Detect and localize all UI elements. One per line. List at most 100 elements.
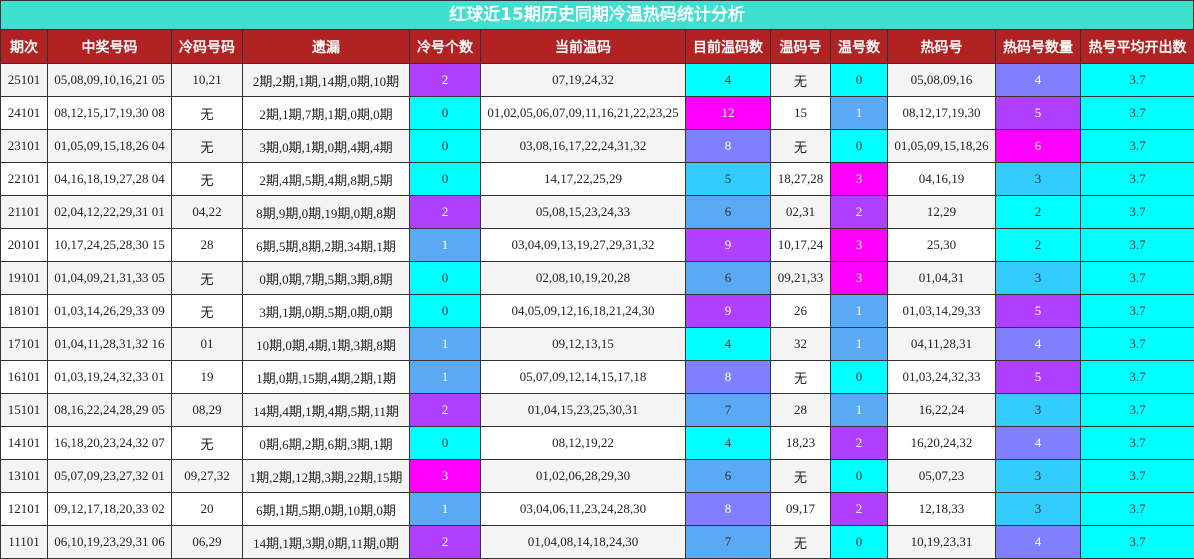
cell-warm-count: 2: [830, 195, 888, 229]
cell-period: 17101: [0, 327, 48, 361]
cell-numbers: 01,03,14,26,29,33 09: [47, 294, 172, 328]
cell-cold: 06,29: [171, 525, 243, 559]
table-row: 23101 01,05,09,15,18,26 04 无 3期,0期,1期,0期,4期…: [0, 129, 1194, 163]
cell-cold-count: 2: [409, 63, 481, 97]
cell-numbers: 05,08,09,10,16,21 05: [47, 63, 172, 97]
cell-warm: 无: [770, 129, 831, 163]
cell-numbers: 16,18,20,23,24,32 07: [47, 426, 172, 460]
cell-avg: 3.7: [1080, 96, 1194, 130]
cell-hot: 05,07,23: [887, 459, 996, 493]
cell-warm-count: 3: [830, 162, 888, 196]
cell-cold-count: 0: [409, 96, 481, 130]
cell-period: 16101: [0, 360, 48, 394]
cell-hot-count: 2: [995, 195, 1081, 229]
cell-avg: 3.7: [1080, 426, 1194, 460]
cell-warm-count: 0: [830, 129, 888, 163]
cell-numbers: 04,16,18,19,27,28 04: [47, 162, 172, 196]
stats-page: 红球近15期历史同期冷温热码统计分析 期次 中奖号码 冷码号码 遗漏 冷号个数 …: [0, 0, 1194, 559]
cell-warm-current: 03,04,06,11,23,24,28,30: [480, 492, 686, 526]
cell-warm: 02,31: [770, 195, 831, 229]
cell-warm: 无: [770, 525, 831, 559]
cell-avg: 3.7: [1080, 492, 1194, 526]
cell-warm-current: 05,08,15,23,24,33: [480, 195, 686, 229]
cell-warm: 09,17: [770, 492, 831, 526]
cell-cold: 无: [171, 129, 243, 163]
header-numbers: 中奖号码: [47, 29, 172, 64]
cell-missing: 2期,1期,7期,1期,0期,0期: [242, 96, 410, 130]
cell-hot: 04,16,19: [887, 162, 996, 196]
cell-missing: 10期,0期,4期,1期,3期,8期: [242, 327, 410, 361]
table-row: 12101 09,12,17,18,20,33 02 20 6期,1期,5期,0期,1…: [0, 492, 1194, 526]
cell-warm-current-count: 6: [685, 459, 771, 493]
cell-period: 24101: [0, 96, 48, 130]
header-cold-count: 冷号个数: [409, 29, 481, 64]
cell-avg: 3.7: [1080, 393, 1194, 427]
header-period: 期次: [0, 29, 48, 64]
cell-warm-current: 01,04,08,14,18,24,30: [480, 525, 686, 559]
cell-warm-current-count: 12: [685, 96, 771, 130]
cell-warm: 15: [770, 96, 831, 130]
cell-warm-count: 0: [830, 525, 888, 559]
cell-period: 20101: [0, 228, 48, 262]
cell-hot-count: 2: [995, 228, 1081, 262]
cell-warm-current-count: 9: [685, 228, 771, 262]
cell-warm: 无: [770, 360, 831, 394]
cell-missing: 3期,0期,1期,0期,4期,4期: [242, 129, 410, 163]
cell-missing: 8期,9期,0期,19期,0期,8期: [242, 195, 410, 229]
table-row: 19101 01,04,09,21,31,33 05 无 0期,0期,7期,5期,3期…: [0, 261, 1194, 295]
cell-warm-current-count: 6: [685, 261, 771, 295]
cell-warm-current: 14,17,22,25,29: [480, 162, 686, 196]
cell-hot: 16,20,24,32: [887, 426, 996, 460]
cell-missing: 0期,0期,7期,5期,3期,8期: [242, 261, 410, 295]
cell-warm-count: 0: [830, 63, 888, 97]
cell-numbers: 06,10,19,23,29,31 06: [47, 525, 172, 559]
cell-avg: 3.7: [1080, 129, 1194, 163]
cell-period: 25101: [0, 63, 48, 97]
cell-warm-current-count: 8: [685, 492, 771, 526]
table-row: 20101 10,17,24,25,28,30 15 28 6期,5期,8期,2期,3…: [0, 228, 1194, 262]
cell-hot-count: 3: [995, 162, 1081, 196]
cell-avg: 3.7: [1080, 162, 1194, 196]
cell-period: 22101: [0, 162, 48, 196]
cell-warm-current: 09,12,13,15: [480, 327, 686, 361]
cell-avg: 3.7: [1080, 63, 1194, 97]
cell-hot-count: 5: [995, 360, 1081, 394]
cell-hot-count: 5: [995, 294, 1081, 328]
cell-cold-count: 0: [409, 129, 481, 163]
cell-hot-count: 4: [995, 63, 1081, 97]
cell-warm-current-count: 8: [685, 360, 771, 394]
cell-cold-count: 0: [409, 162, 481, 196]
cell-warm-current-count: 4: [685, 327, 771, 361]
header-hot-count: 热码号数量: [995, 29, 1081, 64]
cell-numbers: 05,07,09,23,27,32 01: [47, 459, 172, 493]
cell-warm-current-count: 5: [685, 162, 771, 196]
cell-warm-count: 1: [830, 294, 888, 328]
cell-hot-count: 3: [995, 459, 1081, 493]
cell-avg: 3.7: [1080, 525, 1194, 559]
cell-warm-count: 2: [830, 492, 888, 526]
cell-cold: 09,27,32: [171, 459, 243, 493]
cell-hot-count: 3: [995, 261, 1081, 295]
cell-warm: 28: [770, 393, 831, 427]
cell-hot: 10,19,23,31: [887, 525, 996, 559]
cell-cold-count: 1: [409, 327, 481, 361]
cell-missing: 14期,4期,1期,4期,5期,11期: [242, 393, 410, 427]
cell-hot: 16,22,24: [887, 393, 996, 427]
table-row: 21101 02,04,12,22,29,31 01 04,22 8期,9期,0期,1…: [0, 195, 1194, 229]
cell-warm-current: 08,12,19,22: [480, 426, 686, 460]
header-avg: 热号平均开出数: [1080, 29, 1194, 64]
cell-avg: 3.7: [1080, 360, 1194, 394]
cell-warm-count: 0: [830, 360, 888, 394]
cell-cold: 无: [171, 96, 243, 130]
cell-cold: 20: [171, 492, 243, 526]
cell-missing: 6期,5期,8期,2期,34期,1期: [242, 228, 410, 262]
cell-cold: 10,21: [171, 63, 243, 97]
cell-warm-current: 02,08,10,19,20,28: [480, 261, 686, 295]
cell-period: 23101: [0, 129, 48, 163]
cell-cold: 19: [171, 360, 243, 394]
header-missing: 遗漏: [242, 29, 410, 64]
cell-numbers: 01,05,09,15,18,26 04: [47, 129, 172, 163]
cell-hot-count: 3: [995, 393, 1081, 427]
header-warm: 温码号: [770, 29, 831, 64]
cell-hot-count: 4: [995, 327, 1081, 361]
